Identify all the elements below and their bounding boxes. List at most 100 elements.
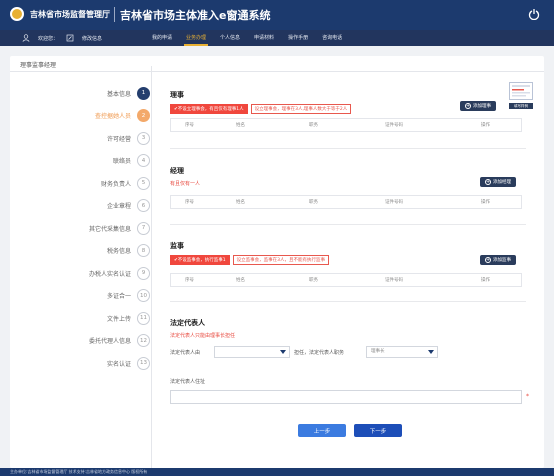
section-divider (170, 148, 526, 149)
col-index: 序号 (185, 278, 194, 283)
plus-icon: + (485, 179, 491, 185)
col-index: 序号 (185, 123, 194, 128)
step-number: 9 (137, 266, 150, 280)
step-number: 2 (137, 109, 150, 123)
legal-rep-source-label: 法定代表人由 (170, 350, 201, 356)
menu-hotline[interactable]: 咨询电话 (320, 30, 344, 46)
step-number: 1 (137, 86, 150, 100)
directors-option-board[interactable]: 设立理事会，理事在3人,理事人数大于等于2人 (250, 104, 352, 114)
chevron-down-icon (428, 350, 434, 354)
col-id-number: 证件号码 (385, 278, 403, 283)
col-name: 姓名 (236, 278, 245, 283)
org-name: 吉林省市场监督管理厅 (30, 10, 110, 19)
directors-table-header: 序号 姓名 职务 证件号码 操作 (170, 118, 522, 132)
col-position: 职务 (309, 123, 318, 128)
manager-section: 经理 有且仅有一人 (170, 166, 526, 187)
emblem-icon (10, 7, 24, 21)
add-director-label: 添加理事 (473, 104, 491, 109)
add-director-button[interactable]: + 添加理事 (460, 101, 496, 111)
step-item[interactable]: 企业章程 6 (40, 195, 150, 218)
manager-hint: 有且仅有一人 (170, 181, 201, 187)
menu-my-applications[interactable]: 我的申请 (150, 30, 174, 46)
welcome-text: 欢迎您： (38, 35, 59, 42)
step-number: 6 (137, 199, 150, 213)
col-action: 操作 (481, 123, 490, 128)
edit-icon[interactable] (66, 34, 74, 42)
plus-icon: + (485, 257, 491, 263)
required-mark: * (526, 393, 529, 400)
step-label: 财务负责人 (100, 180, 131, 188)
system-title: 吉林省市场主体准入e窗通系统 (120, 9, 271, 22)
step-number: 12 (137, 334, 150, 348)
power-icon[interactable] (528, 8, 540, 20)
step-label: 查控据她人员 (94, 113, 131, 121)
sample-caption[interactable]: 填写样例 (509, 103, 533, 109)
step-number: 7 (137, 221, 150, 235)
sample-thumbnail[interactable] (509, 82, 533, 100)
menu-business[interactable]: 业务办理 (184, 30, 209, 46)
col-name: 姓名 (236, 123, 245, 128)
step-number: 3 (137, 131, 150, 145)
step-label: 委托代理人信息 (88, 338, 131, 346)
legal-rep-hint: 法定代表人只能由理事长担任 (170, 333, 236, 339)
menu-personal-info[interactable]: 个人信息 (218, 30, 242, 46)
page-title: 理事监事经理 (20, 62, 57, 69)
main-menu: 我的申请 业务办理 个人信息 申请材料 操作手册 咨询电话 (150, 30, 344, 46)
step-item[interactable]: 文件上传 11 (40, 307, 150, 330)
col-index: 序号 (185, 200, 194, 205)
col-id-number: 证件号码 (385, 123, 403, 128)
next-step-button[interactable]: 下一步 (354, 424, 402, 437)
step-label: 税务信息 (106, 248, 131, 256)
manager-title: 经理 (170, 167, 184, 175)
supervisors-option-board[interactable]: 设立监事会，监事在3人，且不能有执行监事 (232, 255, 330, 265)
step-label: 多证合一 (106, 293, 131, 301)
legal-rep-address-input[interactable] (170, 390, 522, 404)
step-item[interactable]: 实名认证 13 (40, 352, 150, 375)
step-item[interactable]: 基本信息 1 (40, 82, 150, 105)
supervisors-options: ✔不设监事会，执行监事1 设立监事会，监事在3人，且不能有执行监事 (170, 255, 526, 265)
add-manager-button[interactable]: + 添加经理 (480, 177, 516, 187)
step-number: 4 (137, 154, 150, 168)
step-item[interactable]: 查控据她人员 2 (40, 105, 150, 128)
section-divider (170, 224, 526, 225)
step-item[interactable]: 税务信息 8 (40, 240, 150, 263)
step-item[interactable]: 许可经营 3 (40, 127, 150, 150)
step-label: 文件上传 (106, 315, 131, 323)
step-list: 基本信息 1 查控据她人员 2 许可经营 3 联络员 4 财务负责人 5 企业章程 6 其它… (40, 82, 150, 375)
step-label: 实名认证 (106, 360, 131, 368)
sidebar-divider (151, 66, 152, 468)
user-area: 欢迎您： 修改信息 (22, 34, 102, 42)
step-item[interactable]: 办税人实名认证 9 (40, 262, 150, 285)
menu-manual[interactable]: 操作手册 (286, 30, 310, 46)
legal-rep-role-label: 担任，法定代表人职务 (294, 350, 345, 356)
manager-table-header: 序号 姓名 职务 证件号码 操作 (170, 195, 522, 209)
legal-rep-role-select[interactable]: 理事长 (366, 346, 438, 358)
step-label: 其它代采集信息 (88, 225, 131, 233)
add-supervisor-button[interactable]: + 添加监事 (480, 255, 516, 265)
step-item[interactable]: 财务负责人 5 (40, 172, 150, 195)
supervisors-option-single[interactable]: ✔不设监事会，执行监事1 (170, 255, 230, 265)
user-icon (22, 34, 30, 42)
modify-info-link[interactable]: 修改信息 (82, 35, 102, 42)
section-divider (170, 301, 526, 302)
title-divider-line (10, 71, 544, 72)
step-item[interactable]: 委托代理人信息 12 (40, 330, 150, 353)
nav-bar: 欢迎您： 修改信息 我的申请 业务办理 个人信息 申请材料 操作手册 咨询电话 (0, 30, 554, 46)
col-position: 职务 (309, 200, 318, 205)
step-item[interactable]: 其它代采集信息 7 (40, 217, 150, 240)
legal-rep-title: 法定代表人 (170, 319, 205, 327)
menu-materials[interactable]: 申请材料 (252, 30, 276, 46)
plus-icon: + (465, 103, 471, 109)
top-banner: 吉林省市场监督管理厅 吉林省市场主体准入e窗通系统 (0, 0, 554, 30)
chevron-down-icon (280, 350, 286, 354)
directors-option-single[interactable]: ✔不设立理事会，有且仅有理事1人 (170, 104, 248, 114)
step-item[interactable]: 联络员 4 (40, 150, 150, 173)
supervisors-title: 监事 (170, 242, 184, 250)
legal-rep-source-select[interactable] (214, 346, 290, 358)
add-supervisor-label: 添加监事 (493, 258, 511, 263)
prev-step-button[interactable]: 上一步 (298, 424, 346, 437)
step-number: 5 (137, 176, 150, 190)
add-manager-label: 添加经理 (493, 180, 511, 185)
step-number: 8 (137, 244, 150, 258)
step-item[interactable]: 多证合一 10 (40, 285, 150, 308)
